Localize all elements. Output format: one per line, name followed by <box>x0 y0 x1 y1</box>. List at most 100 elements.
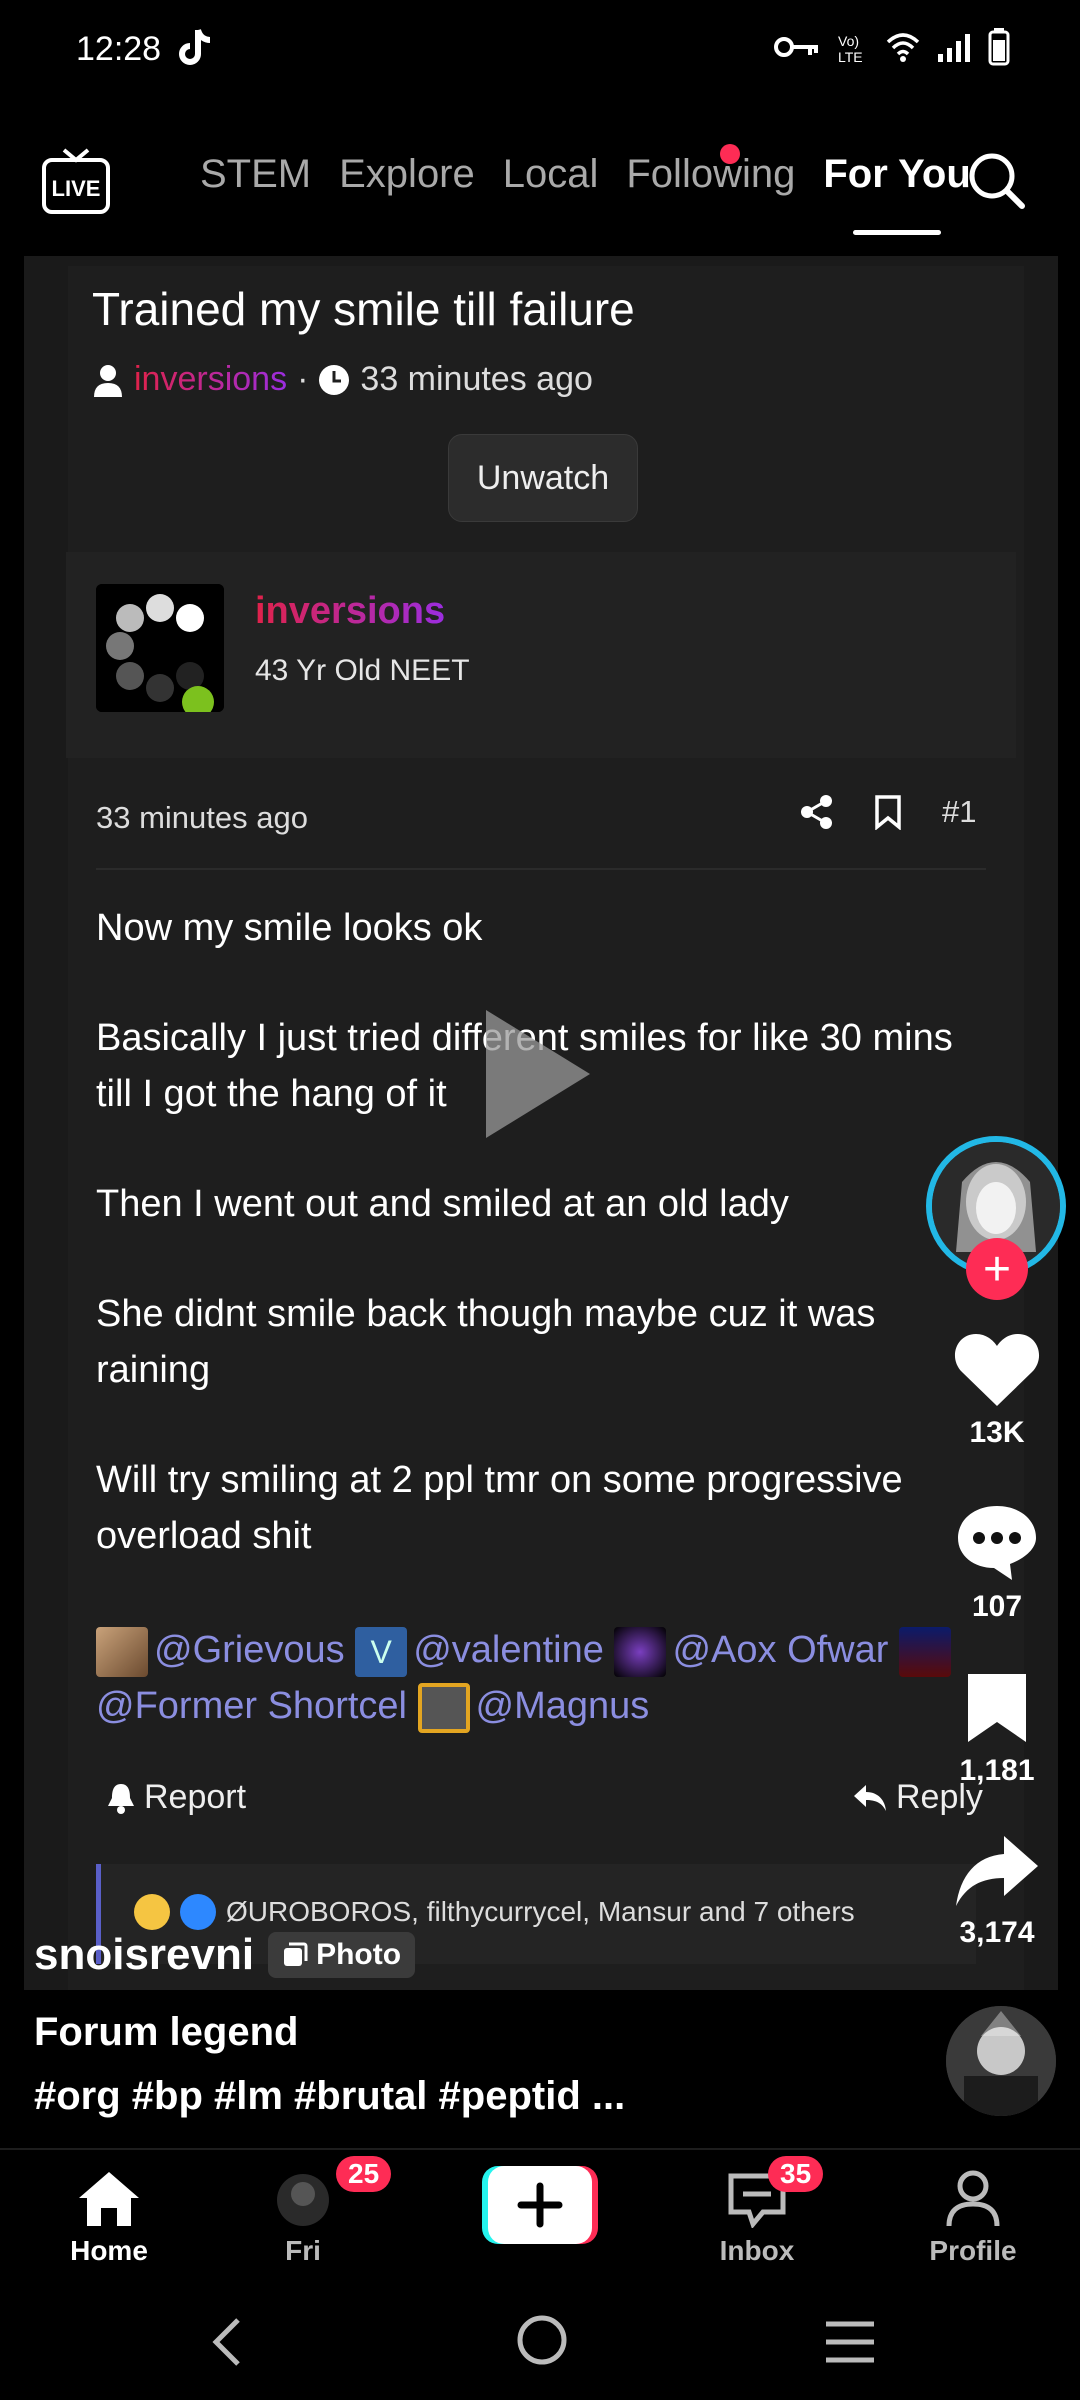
mention-avatar <box>96 1626 148 1677</box>
wifi-icon <box>886 33 920 62</box>
mention-link[interactable]: @Grievous <box>154 1629 345 1671</box>
share-icon[interactable] <box>800 794 834 830</box>
bookmark-icon[interactable] <box>874 794 902 830</box>
user-icon <box>94 364 122 397</box>
mention-link[interactable]: @Magnus <box>476 1685 650 1727</box>
reactions-text: ØUROBOROS, filthycurrycel, Mansur and 7 … <box>226 1896 855 1927</box>
inbox-badge: 35 <box>768 2156 824 2192</box>
system-nav <box>0 2290 1080 2400</box>
post-paragraph: Will try smiling at 2 ppl tmr on some pr… <box>96 1459 903 1557</box>
caption: snoisrevni Photo <box>34 1930 934 1980</box>
save-count: 1,181 <box>959 1754 1035 1787</box>
comment-count: 107 <box>971 1590 1023 1623</box>
mention-avatar <box>417 1682 470 1733</box>
divider <box>96 868 986 870</box>
friends-badge: 25 <box>336 2156 392 2192</box>
share-count: 3,174 <box>959 1916 1035 1949</box>
unwatch-button[interactable]: Unwatch <box>448 434 638 522</box>
comment-action[interactable]: 107 <box>942 1502 1052 1624</box>
tab-explore[interactable]: Explore <box>339 152 475 197</box>
profile-icon <box>946 2170 1000 2227</box>
music-disc-image <box>946 2006 1056 2116</box>
caption-username[interactable]: snoisrevni <box>34 1930 254 1980</box>
reactions[interactable]: ØUROBOROS, filthycurrycel, Mansur and 7 … <box>134 1894 855 1930</box>
photo-badge: Photo <box>268 1932 416 1978</box>
like-action[interactable]: 13K <box>942 1330 1052 1450</box>
reply-icon <box>854 1784 886 1811</box>
live-icon[interactable]: LIVE <box>40 144 112 216</box>
nav-home-label: Home <box>70 2235 148 2266</box>
signal-icon <box>938 34 970 62</box>
key-icon <box>774 37 818 57</box>
volte-icon: Vo)LTE <box>838 33 863 64</box>
tab-for-you[interactable]: For You <box>823 152 971 235</box>
photo-label: Photo <box>316 1938 402 1971</box>
post-timestamp: 33 minutes ago <box>96 800 308 835</box>
tab-following[interactable]: Following <box>626 152 795 197</box>
follow-button[interactable]: + <box>966 1238 1028 1300</box>
laugh-reaction-icon <box>134 1894 170 1930</box>
post-author[interactable]: inversions <box>134 360 287 399</box>
screen: 12:28 Vo) LTE LIVE STEM Explore Local Fol… <box>0 0 1080 2400</box>
status-icons: Vo) LTE <box>774 28 1010 66</box>
status-bar: 12:28 Vo) LTE <box>0 0 1080 100</box>
share-arrow-icon <box>956 1836 1038 1906</box>
music-disc[interactable] <box>946 2006 1056 2116</box>
search-icon[interactable] <box>964 148 1028 212</box>
report-button[interactable]: Report <box>106 1778 246 1817</box>
mention-link[interactable]: @valentine <box>413 1629 604 1671</box>
author-avatar[interactable] <box>96 584 224 712</box>
author-name[interactable]: inversions <box>255 590 445 633</box>
meta-separator: · <box>297 360 309 398</box>
nav-friends-label: Fri <box>285 2235 321 2266</box>
nav-home[interactable]: Home <box>24 2170 194 2267</box>
play-icon[interactable] <box>480 1004 600 1144</box>
post-meta: inversions · 33 minutes ago <box>92 360 593 399</box>
caption-tagline: Forum legend <box>34 2010 299 2054</box>
caption-user-row: snoisrevni Photo <box>34 1930 934 1980</box>
save-action[interactable]: 1,181 <box>942 1670 1052 1788</box>
svg-text:LIVE: LIVE <box>52 176 101 201</box>
post-time: 33 minutes ago <box>360 360 593 398</box>
clock-icon <box>319 364 350 395</box>
like-reaction-icon <box>180 1894 216 1930</box>
mention-avatar <box>614 1626 667 1677</box>
post-title: Trained my smile till failure <box>92 283 635 335</box>
post-paragraph: She didnt smile back though maybe cuz it… <box>96 1293 876 1391</box>
recents-icon[interactable] <box>824 2320 876 2364</box>
tab-local[interactable]: Local <box>503 152 599 197</box>
heart-icon <box>954 1334 1040 1406</box>
bell-icon <box>108 1783 134 1814</box>
mention-link[interactable]: @Former Shortcel <box>96 1685 407 1727</box>
mention-link[interactable]: @Aox Ofwar <box>672 1629 888 1671</box>
feed-tabs: STEM Explore Local Following For You <box>200 152 971 235</box>
mention-avatar: V <box>355 1626 408 1677</box>
tab-stem[interactable]: STEM <box>200 152 311 197</box>
following-notification-dot <box>720 144 740 164</box>
nav-inbox-label: Inbox <box>719 2235 795 2266</box>
top-nav: LIVE STEM Explore Local Following For Yo… <box>0 130 1080 250</box>
svg-text:Vo): Vo) <box>838 33 859 49</box>
status-time: 12:28 <box>76 30 162 68</box>
photo-icon <box>284 1942 308 1966</box>
comment-icon <box>958 1506 1036 1580</box>
like-count: 13K <box>969 1416 1025 1449</box>
svg-text:LTE: LTE <box>838 49 863 64</box>
create-button[interactable] <box>482 2166 598 2244</box>
back-icon[interactable] <box>206 2314 246 2370</box>
post-number[interactable]: #1 <box>942 794 976 830</box>
friends-avatar-icon <box>277 2174 329 2226</box>
battery-icon <box>988 28 1010 66</box>
share-action[interactable]: 3,174 <box>942 1834 1052 1950</box>
bookmark-save-icon <box>968 1674 1026 1742</box>
nav-profile[interactable]: Profile <box>888 2170 1058 2267</box>
report-label: Report <box>144 1778 247 1816</box>
mentions: @Grievous V @valentine @Aox Ofwar @Former… <box>96 1622 976 1734</box>
home-circle-icon[interactable] <box>514 2312 570 2368</box>
caption-hashtags[interactable]: #org #bp #lm #brutal #peptid ... <box>34 2074 625 2119</box>
tiktok-notification-icon <box>179 29 211 65</box>
nav-profile-label: Profile <box>929 2235 1017 2266</box>
author-title: 43 Yr Old NEET <box>255 654 470 687</box>
home-icon <box>79 2172 139 2226</box>
post-paragraph: Then I went out and smiled at an old lad… <box>96 1183 789 1225</box>
